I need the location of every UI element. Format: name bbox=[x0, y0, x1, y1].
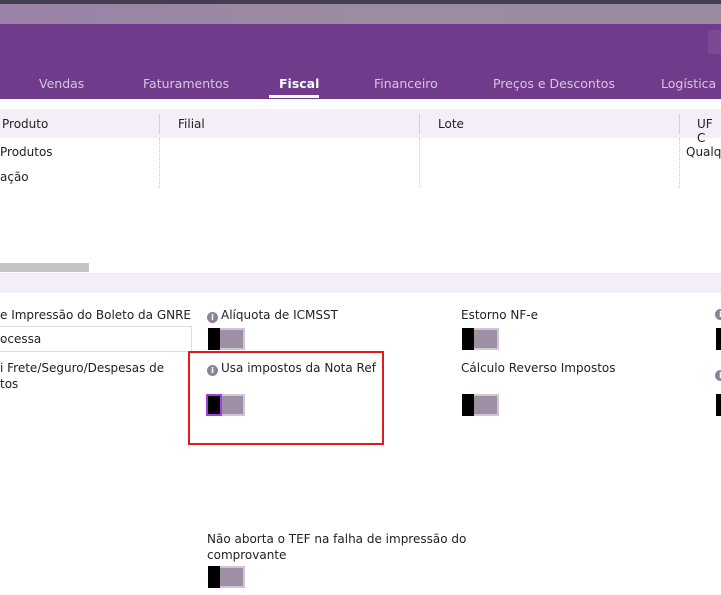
table-cell[interactable]: Qualqu bbox=[686, 145, 721, 159]
column-header-produto[interactable]: Produto bbox=[2, 117, 48, 131]
column-line bbox=[419, 138, 420, 188]
tab-faturamentos[interactable]: Faturamentos bbox=[143, 76, 229, 91]
tef-label-cont: comprovante bbox=[207, 548, 287, 562]
table-cell[interactable]: ação bbox=[0, 170, 29, 184]
header-button[interactable] bbox=[708, 30, 721, 54]
frete-label-cont: tos bbox=[0, 377, 19, 391]
column-divider[interactable] bbox=[159, 114, 160, 134]
tab-fiscal[interactable]: Fiscal bbox=[279, 76, 319, 91]
aliquota-label-group: i Alíquota de ICMSST bbox=[207, 307, 338, 323]
gnre-select[interactable]: ocessa ⌄ bbox=[0, 326, 192, 352]
aliquota-label: Alíquota de ICMSST bbox=[221, 308, 338, 322]
tab-vendas[interactable]: Vendas bbox=[39, 76, 84, 91]
toggle-knob bbox=[208, 328, 220, 350]
tab-financeiro[interactable]: Financeiro bbox=[374, 76, 438, 91]
info-circle-icon[interactable]: i bbox=[715, 370, 721, 381]
toggle-knob bbox=[462, 394, 474, 416]
calculo-reverso-toggle[interactable] bbox=[462, 394, 499, 416]
gnre-label: e Impressão do Boleto da GNRE bbox=[0, 308, 192, 322]
tef-toggle[interactable] bbox=[208, 566, 245, 588]
column-header-uf[interactable]: UF C bbox=[697, 117, 721, 145]
column-line bbox=[679, 138, 680, 188]
table-header bbox=[0, 109, 721, 138]
partial-toggle[interactable] bbox=[716, 328, 721, 350]
toggle-knob bbox=[716, 328, 721, 350]
calculo-reverso-label: Cálculo Reverso Impostos bbox=[461, 361, 616, 375]
title-band bbox=[0, 4, 721, 24]
info-circle-icon[interactable]: i bbox=[207, 312, 218, 323]
column-header-filial[interactable]: Filial bbox=[178, 117, 205, 131]
active-tab-indicator bbox=[269, 95, 319, 98]
column-divider[interactable] bbox=[419, 114, 420, 134]
section-divider bbox=[0, 273, 721, 293]
toggle-knob bbox=[716, 394, 721, 416]
table-cell[interactable]: Produtos bbox=[0, 145, 53, 159]
chevron-down-icon: ⌄ bbox=[0, 332, 10, 345]
estorno-label: Estorno NF-e bbox=[461, 308, 538, 322]
column-header-lote[interactable]: Lote bbox=[438, 117, 464, 131]
info-circle-icon[interactable]: i bbox=[715, 309, 721, 320]
aliquota-toggle[interactable] bbox=[208, 328, 245, 350]
frete-label: i Frete/Seguro/Despesas de bbox=[0, 361, 165, 375]
highlight-box bbox=[188, 351, 384, 445]
toggle-knob bbox=[208, 566, 220, 588]
tab-logistica[interactable]: Logística bbox=[661, 76, 716, 91]
column-divider[interactable] bbox=[679, 114, 680, 134]
tab-precos-descontos[interactable]: Preços e Descontos bbox=[493, 76, 615, 91]
tef-label: Não aborta o TEF na falha de impressão d… bbox=[207, 532, 467, 546]
estorno-toggle[interactable] bbox=[462, 328, 499, 350]
toggle-knob bbox=[462, 328, 474, 350]
horizontal-scrollbar-thumb[interactable] bbox=[0, 263, 89, 272]
partial-toggle[interactable] bbox=[716, 394, 721, 416]
column-line bbox=[159, 138, 160, 188]
